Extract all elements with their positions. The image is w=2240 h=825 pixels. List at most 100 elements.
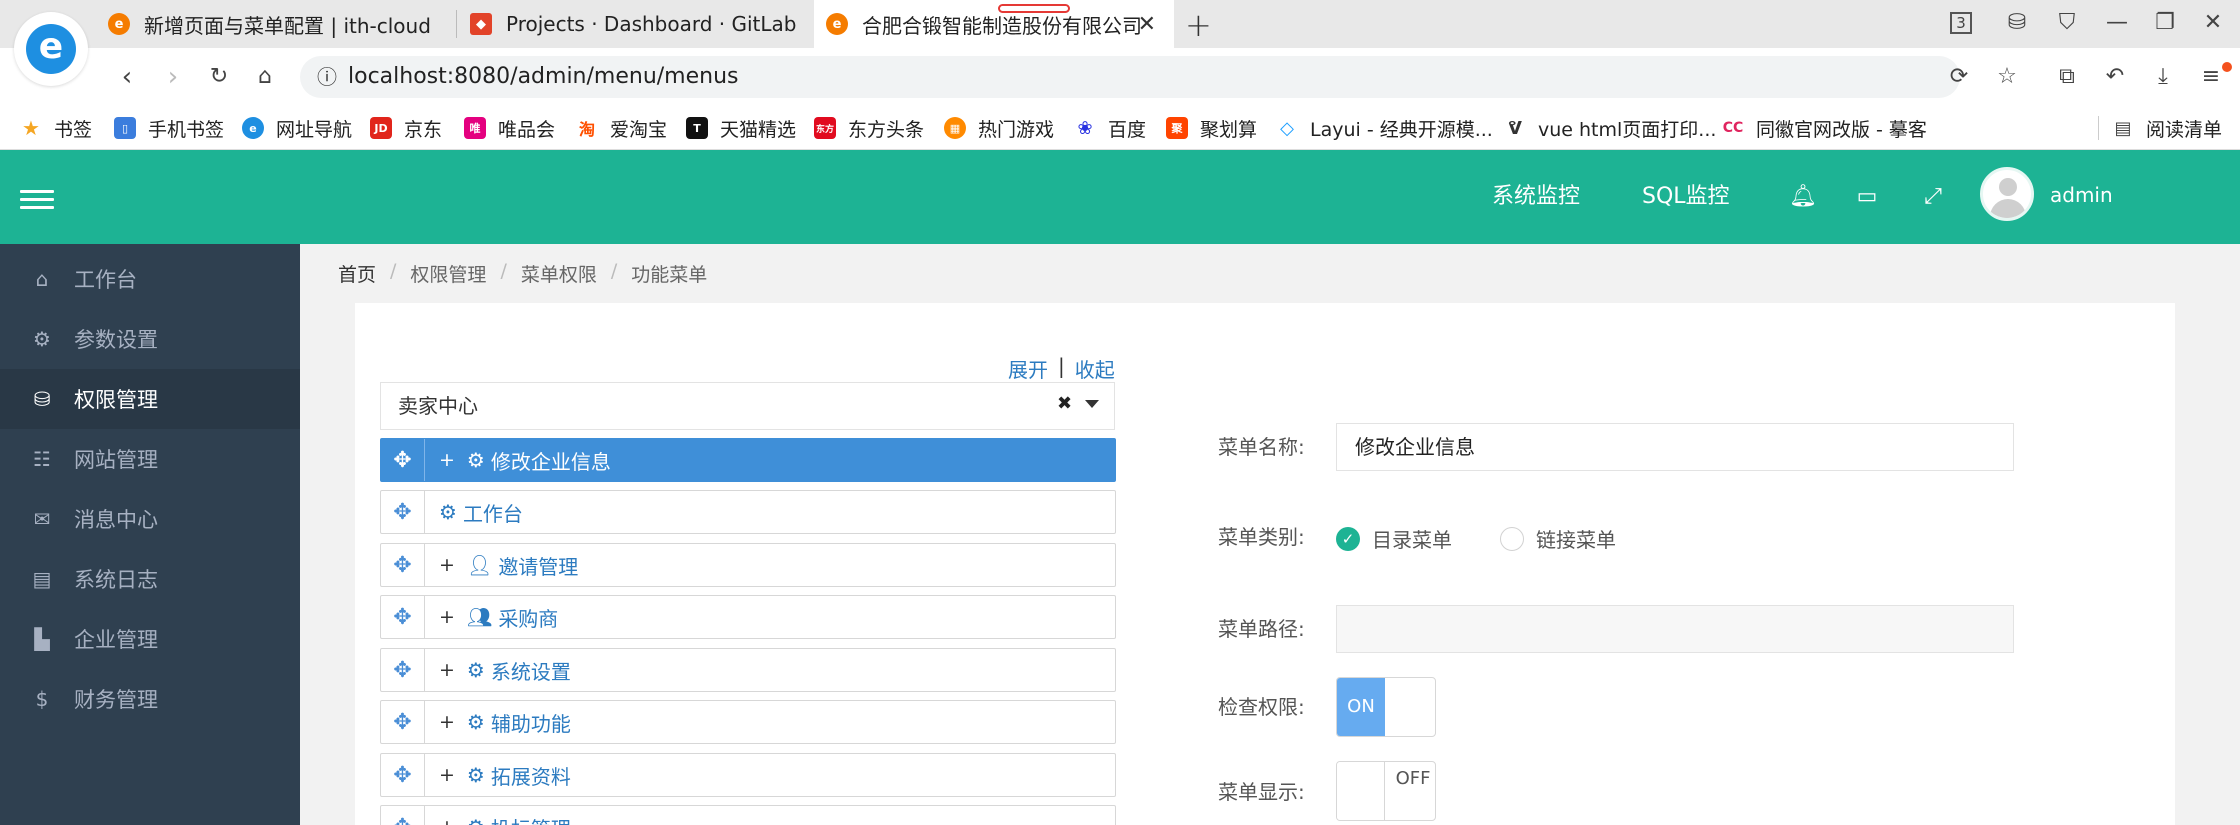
sidebar-item-params[interactable]: ⚙ 参数设置 xyxy=(0,309,300,369)
reading-list-button[interactable]: ▤ 阅读清单 xyxy=(2112,106,2222,150)
breadcrumb: 首页 / 权限管理 / 菜单权限 / 功能菜单 xyxy=(338,260,708,287)
tab-count-icon[interactable]: 3 xyxy=(1950,12,1972,34)
expand-plus-icon[interactable]: + xyxy=(439,659,455,681)
expand-plus-icon[interactable]: + xyxy=(439,606,455,628)
radio-directory-menu[interactable]: ✓ 目录菜单 xyxy=(1336,524,1452,553)
expand-plus-icon[interactable]: + xyxy=(439,711,455,733)
sidebar-item-messages[interactable]: ✉ 消息中心 xyxy=(0,489,300,549)
monitor-icon[interactable]: ▭ xyxy=(1852,182,1882,212)
menu-name-label: 菜单名称: xyxy=(1218,435,1305,459)
expand-all-link[interactable]: 展开 xyxy=(1008,354,1048,383)
chevron-down-icon[interactable] xyxy=(1085,400,1099,408)
sidebar-item-workbench[interactable]: ⌂ 工作台 xyxy=(0,249,300,309)
check-permission-toggle[interactable]: ON xyxy=(1336,677,1436,737)
drag-move-icon[interactable]: ✥ xyxy=(381,439,425,481)
collapse-all-link[interactable]: 收起 xyxy=(1075,354,1115,383)
expand-plus-icon[interactable]: + xyxy=(439,764,455,786)
tree-item[interactable]: ✥ + ⚙ 辅助功能 xyxy=(380,700,1116,744)
refresh-page-icon[interactable]: ⟳ xyxy=(1942,60,1976,94)
bookmark-item[interactable]: ▦ 热门游戏 xyxy=(944,106,1054,150)
drag-move-icon[interactable]: ✥ xyxy=(381,491,425,533)
bookmark-item[interactable]: JD 京东 xyxy=(370,106,442,150)
sidebar-item-logs[interactable]: ▤ 系统日志 xyxy=(0,549,300,609)
forward-icon[interactable]: › xyxy=(156,60,190,94)
expand-plus-icon[interactable]: + xyxy=(439,554,455,576)
url-text[interactable]: localhost:8080/admin/menu/menus xyxy=(348,62,739,92)
tab-close-icon[interactable]: ✕ xyxy=(1138,12,1156,37)
user-name[interactable]: admin xyxy=(2050,180,2113,210)
tree-item[interactable]: ✥ +⚙投标管理 xyxy=(380,805,1116,825)
menu-name-input[interactable]: 修改企业信息 xyxy=(1336,423,2014,471)
expand-plus-icon[interactable]: + xyxy=(439,816,455,825)
sidebar-item-enterprise[interactable]: ▙ 企业管理 xyxy=(0,609,300,669)
toggle-knob xyxy=(1337,762,1385,820)
drag-move-icon[interactable]: ✥ xyxy=(381,806,425,825)
nav-sql-monitor[interactable]: SQL监控 xyxy=(1642,150,1730,244)
tmall-icon: T xyxy=(686,117,708,139)
avatar[interactable] xyxy=(1980,167,2034,221)
bookmark-item[interactable]: ᕓ vue html页面打印... xyxy=(1504,106,1716,150)
bookmark-item[interactable]: 唯唯品会 xyxy=(464,106,555,150)
drag-move-icon[interactable]: ✥ xyxy=(381,544,425,586)
collections-icon[interactable]: ⛁ xyxy=(2002,8,2032,38)
bookmark-item[interactable]: ◇ Layui - 经典开源模... xyxy=(1276,106,1493,150)
clear-icon[interactable]: ✖ xyxy=(1057,393,1072,414)
home-icon[interactable]: ⌂ xyxy=(248,60,282,94)
tree-item[interactable]: ✥ + 👤︎ 邀请管理 xyxy=(380,543,1116,587)
back-icon[interactable]: ‹ xyxy=(110,60,144,94)
tab-divider xyxy=(456,10,457,38)
breadcrumb-home[interactable]: 首页 xyxy=(338,260,376,287)
download-icon[interactable]: ⤓ xyxy=(2146,60,2180,94)
new-tab-button[interactable]: + xyxy=(1185,6,1212,44)
bookmark-item[interactable]: 聚聚划算 xyxy=(1166,106,1257,150)
expand-plus-icon[interactable]: + xyxy=(439,449,455,471)
tree-item[interactable]: ✥ + ⚙ 系统设置 xyxy=(380,648,1116,692)
breadcrumb-item[interactable]: 权限管理 xyxy=(410,260,486,287)
sidebar-item-site[interactable]: ☷ 网站管理 xyxy=(0,429,300,489)
drag-move-icon[interactable]: ✥ xyxy=(381,649,425,691)
bookmark-item[interactable]: ❀ 百度 xyxy=(1074,106,1146,150)
nav-system-monitor[interactable]: 系统监控 xyxy=(1492,150,1580,244)
tree-item[interactable]: ✥ ⚙ 工作台 xyxy=(380,490,1116,534)
bookmark-item[interactable]: 东方 东方头条 xyxy=(814,106,924,150)
menu-root-select[interactable] xyxy=(380,382,1115,430)
undo-icon[interactable]: ↶ xyxy=(2098,60,2132,94)
sidebar-item-permissions[interactable]: ⛁ 权限管理 xyxy=(0,369,300,429)
reload-icon[interactable]: ↻ xyxy=(202,60,236,94)
breadcrumb-current: 功能菜单 xyxy=(631,264,708,286)
drag-move-icon[interactable]: ✥ xyxy=(381,596,425,638)
menu-display-toggle[interactable]: OFF xyxy=(1336,761,1436,821)
menu-toggle-icon[interactable] xyxy=(20,190,54,210)
menu-path-input[interactable] xyxy=(1336,605,2014,653)
tree-item[interactable]: ✥ + ⚙ 拓展资料 xyxy=(380,753,1116,797)
tree-item[interactable]: ✥ + ⚙ 修改企业信息 xyxy=(380,438,1116,482)
drag-move-icon[interactable]: ✥ xyxy=(381,701,425,743)
browser-tab-1[interactable]: e 新增页面与菜单配置 | ith-cloud xyxy=(108,0,448,48)
bookmark-item[interactable]: ★ 书签 xyxy=(20,106,92,150)
bell-icon[interactable]: 🔔︎ xyxy=(1788,182,1818,212)
browser-tab-3-active[interactable]: e 合肥合锻智能制造股份有限公司 ✕ xyxy=(814,0,1174,48)
radio-checked-icon: ✓ xyxy=(1336,526,1360,551)
fullscreen-icon[interactable]: ⤢ xyxy=(1918,182,1948,212)
info-icon[interactable]: ⓘ xyxy=(312,62,342,92)
minimize-icon[interactable]: — xyxy=(2102,8,2132,38)
close-window-icon[interactable]: ✕ xyxy=(2198,8,2228,38)
radio-link-menu[interactable]: 链接菜单 xyxy=(1500,524,1616,553)
breadcrumb-item[interactable]: 菜单权限 xyxy=(521,260,597,287)
tree-item[interactable]: ✥ + 👥︎ 采购商 xyxy=(380,595,1116,639)
media-indicator-icon[interactable] xyxy=(998,4,1070,13)
sidebar-item-finance[interactable]: $ 财务管理 xyxy=(0,669,300,729)
bookmark-item[interactable]: ▯ 手机书签 xyxy=(114,106,224,150)
browser-logo-icon[interactable]: e xyxy=(14,12,88,86)
gear-icon: ⚙ xyxy=(439,500,457,524)
bookmark-item[interactable]: e 网址导航 xyxy=(242,106,352,150)
favorite-star-icon[interactable]: ☆ xyxy=(1990,60,2024,94)
bookmark-item[interactable]: 淘爱淘宝 xyxy=(576,106,667,150)
drag-move-icon[interactable]: ✥ xyxy=(381,754,425,796)
shirt-skin-icon[interactable]: ⛉ xyxy=(2052,8,2082,38)
extensions-icon[interactable]: ⧉ xyxy=(2050,60,2084,94)
bookmark-item[interactable]: CC 同徽官网改版 - 摹客 xyxy=(1722,106,1927,150)
browser-tab-2[interactable]: ◆ Projects · Dashboard · GitLab xyxy=(470,0,810,48)
restore-icon[interactable]: ❐ xyxy=(2150,8,2180,38)
bookmark-item[interactable]: T 天猫精选 xyxy=(686,106,796,150)
